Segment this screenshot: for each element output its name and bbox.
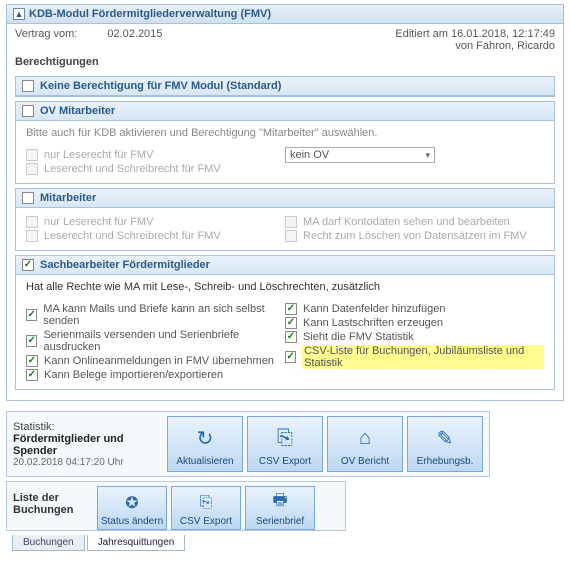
list-csv-button[interactable]: ⎘ CSV Export: [171, 486, 241, 530]
chevron-down-icon: ▾: [425, 150, 430, 161]
sb-checkbox[interactable]: [22, 259, 34, 271]
vertrag-label: Vertrag vom:: [15, 28, 77, 52]
section-none: Keine Berechtigung für FMV Modul (Standa…: [15, 76, 555, 97]
ov-checkbox[interactable]: [22, 105, 34, 117]
sb-c3-label: Kann Onlineanmeldungen in FMV übernehmen: [44, 355, 274, 367]
status-label: Status ändern: [101, 516, 163, 527]
tab-buchungen[interactable]: Buchungen: [12, 535, 85, 551]
csv-icon: ⎘: [277, 421, 293, 456]
csv-icon: ⎘: [200, 489, 213, 516]
sb-c6-checkbox[interactable]: [285, 317, 297, 329]
serien-label: Serienbrief: [256, 516, 304, 527]
ma-delete-checkbox[interactable]: [285, 230, 297, 242]
sb-c2-label: Serienmails versenden und Serienbriefe a…: [43, 329, 285, 353]
sb-c7-label: Sieht die FMV Statistik: [303, 331, 414, 343]
csv-label: CSV Export: [259, 456, 311, 467]
tab-jahresquittungen[interactable]: Jahresquittungen: [87, 535, 186, 551]
refresh-label: Aktualisieren: [176, 456, 233, 467]
ov-select-value: kein OV: [290, 149, 329, 161]
ma-konto-checkbox[interactable]: [285, 216, 297, 228]
berechtigungen-label: Berechtigungen: [7, 54, 563, 72]
vertrag-date: 02.02.2015: [107, 28, 162, 52]
ma-read-label: nur Leserecht für FMV: [44, 216, 153, 228]
ma-konto-label: MA darf Kontodaten sehen und bearbeiten: [303, 216, 510, 228]
stat-label: Statistik:: [13, 421, 163, 433]
sb-c4-checkbox[interactable]: [26, 369, 38, 381]
ov-label: OV Bericht: [341, 456, 389, 467]
ma-title: Mitarbeiter: [40, 192, 96, 204]
report-icon: ⌂: [359, 421, 371, 456]
edited-line1: Editiert am 16.01.2018, 12:17:49: [395, 28, 555, 40]
sb-c4-label: Kann Belege importieren/exportieren: [44, 369, 223, 381]
ma-delete-label: Recht zum Löschen von Datensätzen im FMV: [303, 230, 527, 242]
section-sb: Sachbearbeiter Fördermitglieder Hat alle…: [15, 255, 555, 390]
ov-rw-label: Leserecht und Schreibrecht für FMV: [44, 163, 221, 175]
edited-line2: von Fahron, Ricardo: [395, 40, 555, 52]
refresh-button[interactable]: ↻ Aktualisieren: [167, 416, 243, 472]
sb-c1-checkbox[interactable]: [26, 309, 37, 321]
status-button[interactable]: ✪ Status ändern: [97, 486, 167, 530]
erhebung-button[interactable]: ✎ Erhebungsb.: [407, 416, 483, 472]
ma-rw-label: Leserecht und Schreibrecht für FMV: [44, 230, 221, 242]
status-icon: ✪: [125, 489, 138, 516]
stat-ts: 20.02.2018 04:17:20 Uhr: [13, 457, 163, 468]
list-title: Liste der Buchungen: [13, 486, 93, 516]
panel-title: KDB-Modul Fördermitgliederverwaltung (FM…: [29, 8, 271, 20]
collapse-icon[interactable]: ▲: [13, 8, 25, 20]
none-title: Keine Berechtigung für FMV Modul (Standa…: [40, 80, 281, 92]
sb-c1-label: MA kann Mails und Briefe kann an sich se…: [43, 303, 285, 327]
csv-export-button[interactable]: ⎘ CSV Export: [247, 416, 323, 472]
none-checkbox[interactable]: [22, 80, 34, 92]
sb-c3-checkbox[interactable]: [26, 355, 38, 367]
print-icon: 🖶: [272, 489, 287, 516]
list-csv-label: CSV Export: [180, 516, 232, 527]
ov-bericht-button[interactable]: ⌂ OV Bericht: [327, 416, 403, 472]
section-ov: OV Mitarbeiter Bitte auch für KDB aktivi…: [15, 101, 555, 184]
stat-title: Fördermitglieder und Spender: [13, 433, 163, 457]
ov-read-label: nur Leserecht für FMV: [44, 149, 153, 161]
serienbrief-button[interactable]: 🖶 Serienbrief: [245, 486, 315, 530]
sb-c6-label: Kann Lastschriften erzeugen: [303, 317, 443, 329]
ov-read-checkbox[interactable]: [26, 149, 38, 161]
sb-c2-checkbox[interactable]: [26, 335, 37, 347]
ov-title: OV Mitarbeiter: [40, 105, 115, 117]
ma-read-checkbox[interactable]: [26, 216, 38, 228]
erh-label: Erhebungsb.: [417, 456, 474, 467]
ma-checkbox[interactable]: [22, 192, 34, 204]
buchungen-tabs: Buchungen Jahresquittungen: [12, 535, 564, 551]
sb-c5-checkbox[interactable]: [285, 303, 297, 315]
sb-title: Sachbearbeiter Fördermitglieder: [40, 259, 210, 271]
form-icon: ✎: [437, 421, 454, 456]
fmv-panel-header: ▲ KDB-Modul Fördermitgliederverwaltung (…: [7, 5, 563, 24]
sb-hint: Hat alle Rechte wie MA mit Lese-, Schrei…: [26, 281, 544, 293]
ov-hint: Bitte auch für KDB aktivieren und Berech…: [26, 127, 544, 139]
ov-select[interactable]: kein OV ▾: [285, 147, 435, 163]
sb-c5-label: Kann Datenfelder hinzufügen: [303, 303, 446, 315]
ov-rw-checkbox[interactable]: [26, 163, 38, 175]
section-ma: Mitarbeiter nur Leserecht für FMV Lesere…: [15, 188, 555, 251]
sb-c8-label: CSV-Liste für Buchungen, Jubiläumsliste …: [302, 345, 544, 369]
refresh-icon: ↻: [197, 421, 214, 456]
buchungen-toolbar: Liste der Buchungen ✪ Status ändern ⎘ CS…: [6, 481, 346, 531]
ma-rw-checkbox[interactable]: [26, 230, 38, 242]
meta-row: Vertrag vom: 02.02.2015 Editiert am 16.0…: [7, 24, 563, 54]
sb-c7-checkbox[interactable]: [285, 331, 297, 343]
statistik-toolbar: Statistik: Fördermitglieder und Spender …: [6, 411, 490, 477]
sb-c8-checkbox[interactable]: [285, 351, 296, 363]
fmv-panel: ▲ KDB-Modul Fördermitgliederverwaltung (…: [6, 4, 564, 401]
